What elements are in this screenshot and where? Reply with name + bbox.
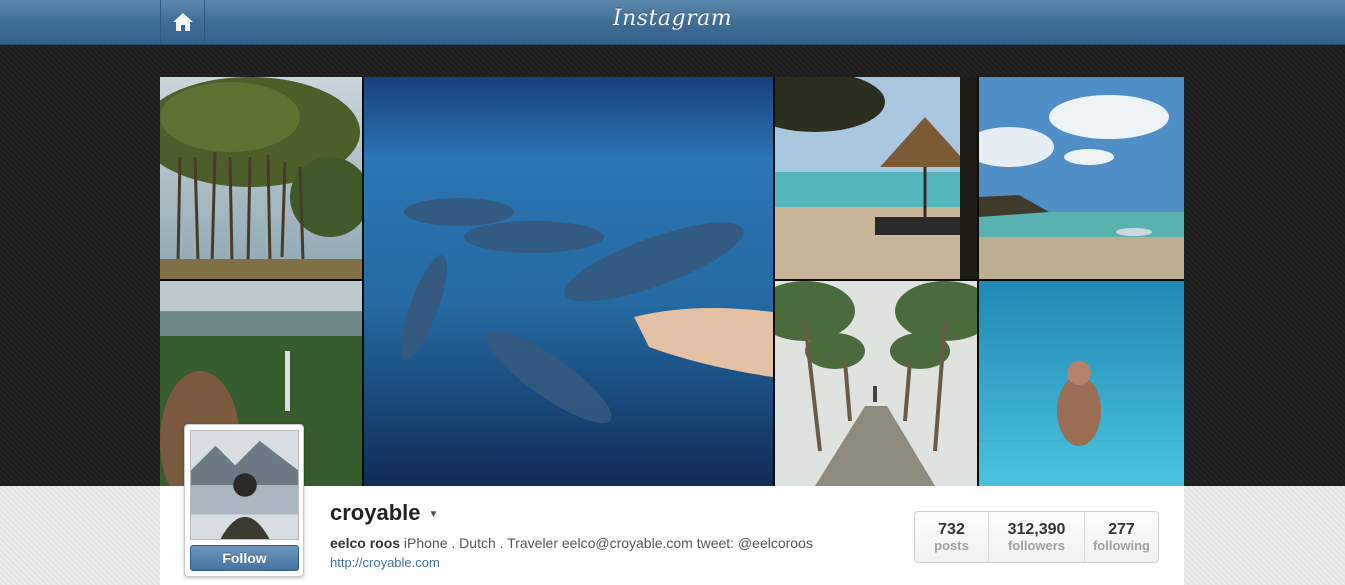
posts-count: 732 — [938, 521, 965, 538]
photo-lagoon-clouds[interactable] — [979, 77, 1184, 279]
photo-palm-path[interactable] — [775, 281, 977, 486]
posts-label: posts — [934, 538, 969, 553]
avatar[interactable] — [190, 430, 299, 540]
photo-banyan-trees[interactable] — [160, 77, 362, 279]
following-label: following — [1092, 538, 1150, 553]
username-text: croyable — [330, 500, 421, 525]
stat-posts[interactable]: 732 posts — [915, 512, 990, 562]
photo-beach-umbrella[interactable] — [775, 77, 977, 279]
avatar-frame: Follow — [184, 424, 304, 577]
full-name: eelco roos — [330, 535, 401, 551]
following-count: 277 — [1108, 521, 1135, 538]
profile-bio: eelco roos iPhone . Dutch . Traveler eel… — [330, 535, 813, 551]
follow-button[interactable]: Follow — [190, 545, 299, 571]
username[interactable]: croyable ▼ — [330, 500, 438, 526]
stat-followers[interactable]: 312,390 followers — [989, 512, 1085, 562]
stat-following[interactable]: 277 following — [1085, 512, 1158, 562]
bio-text: iPhone . Dutch . Traveler eelco@croyable… — [400, 535, 813, 551]
photo-swimmer-pool[interactable] — [979, 281, 1184, 486]
stats-box: 732 posts 312,390 followers 277 followin… — [914, 511, 1159, 563]
photo-grid — [160, 77, 1184, 486]
instagram-logo[interactable]: Instagram — [0, 6, 1345, 31]
caret-down-icon[interactable]: ▼ — [429, 509, 439, 520]
followers-label: followers — [1007, 538, 1066, 553]
website-link[interactable]: http://croyable.com — [330, 555, 440, 570]
followers-count: 312,390 — [1007, 521, 1066, 538]
photo-dolphins-underwater[interactable] — [364, 77, 773, 486]
top-nav-bar: Instagram — [0, 0, 1345, 45]
